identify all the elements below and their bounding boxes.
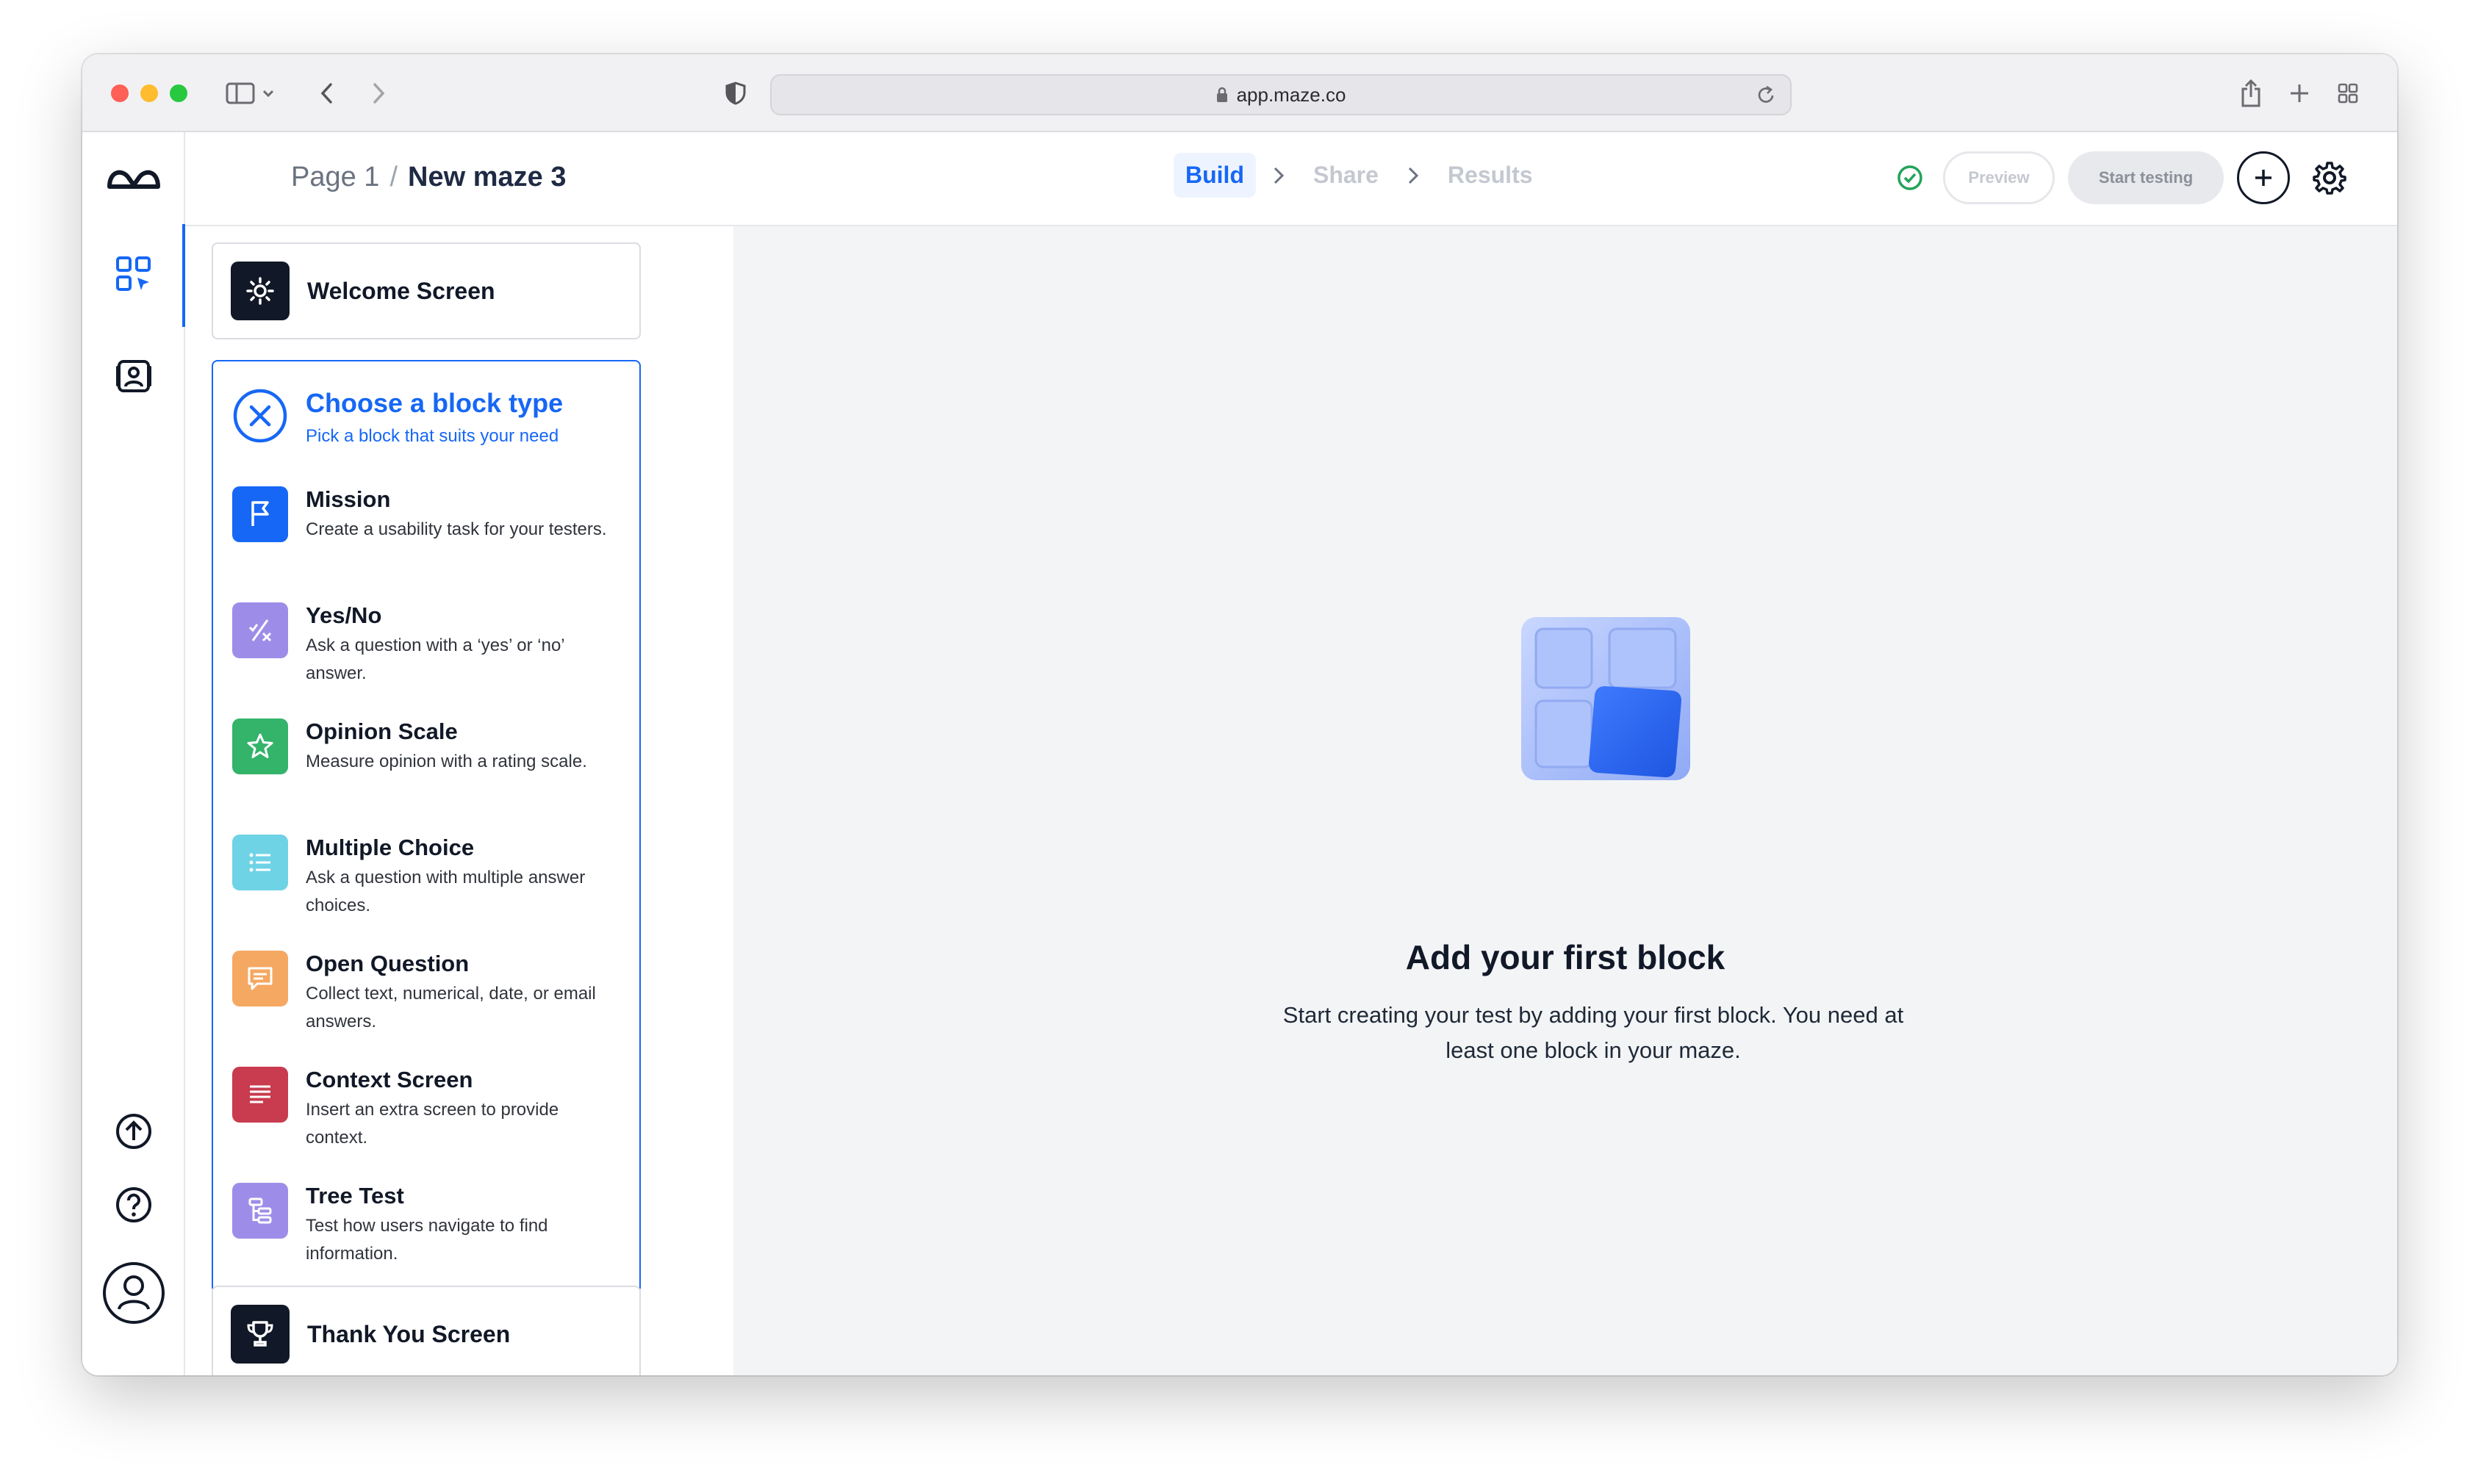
build-canvas: Add your first block Start creating your… (733, 226, 2397, 1375)
tab-overview-icon[interactable] (2331, 76, 2365, 110)
nav-rail (82, 132, 185, 1375)
list-icon (232, 835, 288, 890)
upgrade-icon[interactable] (82, 1112, 185, 1150)
workflow-steps: Build Share Results (1174, 153, 1545, 198)
empty-state-title: Add your first block (1405, 938, 1725, 976)
step-results[interactable]: Results (1436, 153, 1545, 198)
reload-icon[interactable] (1755, 83, 1777, 112)
option-name: Yes/No (306, 602, 382, 628)
block-option-tree-test[interactable]: Tree Test Test how users navigate to fin… (232, 1183, 629, 1268)
star-icon (232, 718, 288, 774)
option-description: Ask a question with multiple answer choi… (306, 868, 586, 915)
browser-window: app.maze.co Page 1 / New maze 3 Build Sh… (82, 54, 2397, 1375)
chooser-subtitle: Pick a block that suits your need (306, 426, 559, 446)
block-option-yes-no[interactable]: Yes/No Ask a question with a ‘yes’ or ‘n… (232, 602, 629, 688)
account-avatar-icon[interactable] (82, 1261, 185, 1325)
maze-logo-icon[interactable] (82, 165, 185, 194)
saved-check-icon (1896, 164, 1924, 192)
url-text: app.maze.co (1236, 83, 1346, 106)
build-blocks-icon[interactable] (82, 256, 185, 292)
thank-you-screen-block[interactable]: Thank You Screen (212, 1286, 641, 1375)
option-name: Opinion Scale (306, 718, 458, 744)
option-description: Insert an extra screen to provide contex… (306, 1100, 559, 1148)
empty-state-description: Start creating your test by adding your … (1282, 1002, 1904, 1063)
chat-icon (232, 951, 288, 1006)
chooser-title: Choose a block type (306, 388, 564, 418)
zoom-window-button[interactable] (170, 84, 187, 102)
option-name: Multiple Choice (306, 835, 475, 860)
participants-icon[interactable] (82, 359, 185, 394)
flag-icon (232, 486, 288, 542)
option-description: Measure opinion with a rating scale. (306, 752, 587, 771)
forward-icon[interactable] (362, 76, 395, 110)
option-name: Tree Test (306, 1183, 404, 1209)
option-name: Open Question (306, 951, 470, 976)
plus-icon (2255, 170, 2272, 186)
chevron-right-icon (1407, 165, 1420, 186)
lock-icon (1216, 87, 1228, 103)
block-option-mission[interactable]: Mission Create a usability task for your… (232, 486, 629, 544)
chooser-header: Choose a block type Pick a block that su… (232, 388, 563, 447)
start-testing-button[interactable]: Start testing (2068, 151, 2224, 204)
breadcrumb: Page 1 / New maze 3 (291, 162, 566, 193)
yes-no-icon (232, 602, 288, 658)
trophy-icon (231, 1305, 290, 1364)
block-option-open-question[interactable]: Open Question Collect text, numerical, d… (232, 951, 629, 1036)
welcome-screen-block[interactable]: Welcome Screen (212, 242, 641, 339)
sidebar-toggle-icon[interactable] (222, 76, 281, 110)
shield-icon[interactable] (719, 76, 753, 110)
option-description: Collect text, numerical, date, or email … (306, 984, 596, 1031)
header-actions: Preview Start testing (1896, 151, 2356, 204)
help-icon[interactable] (82, 1186, 185, 1224)
block-option-multiple-choice[interactable]: Multiple Choice Ask a question with mult… (232, 835, 629, 920)
welcome-screen-label: Welcome Screen (307, 277, 495, 304)
share-icon[interactable] (2234, 76, 2268, 110)
minimize-window-button[interactable] (140, 84, 158, 102)
thank-you-screen-label: Thank You Screen (307, 1320, 511, 1347)
close-window-button[interactable] (111, 84, 129, 102)
block-type-chooser: Choose a block type Pick a block that su… (212, 360, 641, 1293)
close-circle-icon[interactable] (232, 388, 288, 444)
blocks-illustration (1517, 614, 1701, 794)
chevron-right-icon (1272, 165, 1285, 186)
preview-button[interactable]: Preview (1943, 151, 2055, 204)
breadcrumb-separator: / (389, 162, 398, 192)
block-list-panel: Welcome Screen Choose a block type Pick … (185, 226, 733, 1375)
add-button[interactable] (2237, 151, 2290, 204)
block-option-opinion-scale[interactable]: Opinion Scale Measure opinion with a rat… (232, 718, 629, 776)
address-bar[interactable]: app.maze.co (770, 74, 1792, 115)
new-tab-icon[interactable] (2283, 76, 2316, 110)
option-name: Context Screen (306, 1067, 473, 1092)
maze-title[interactable]: New maze 3 (408, 162, 566, 193)
back-icon[interactable] (310, 76, 344, 110)
block-option-context-screen[interactable]: Context Screen Insert an extra screen to… (232, 1067, 629, 1152)
tree-icon (232, 1183, 288, 1239)
sun-icon (231, 262, 290, 320)
text-lines-icon (232, 1067, 288, 1123)
option-name: Mission (306, 486, 391, 512)
settings-gear-icon[interactable] (2303, 151, 2356, 204)
option-description: Ask a question with a ‘yes’ or ‘no’ answ… (306, 635, 564, 683)
step-share[interactable]: Share (1301, 153, 1390, 198)
option-description: Create a usability task for your testers… (306, 519, 607, 539)
app-header: Page 1 / New maze 3 Build Share Results (185, 132, 2397, 226)
browser-toolbar: app.maze.co (82, 54, 2397, 132)
step-build[interactable]: Build (1174, 153, 1256, 198)
maze-app: Page 1 / New maze 3 Build Share Results (82, 132, 2397, 1375)
option-description: Test how users navigate to find informat… (306, 1216, 548, 1264)
breadcrumb-page[interactable]: Page 1 (291, 162, 379, 193)
